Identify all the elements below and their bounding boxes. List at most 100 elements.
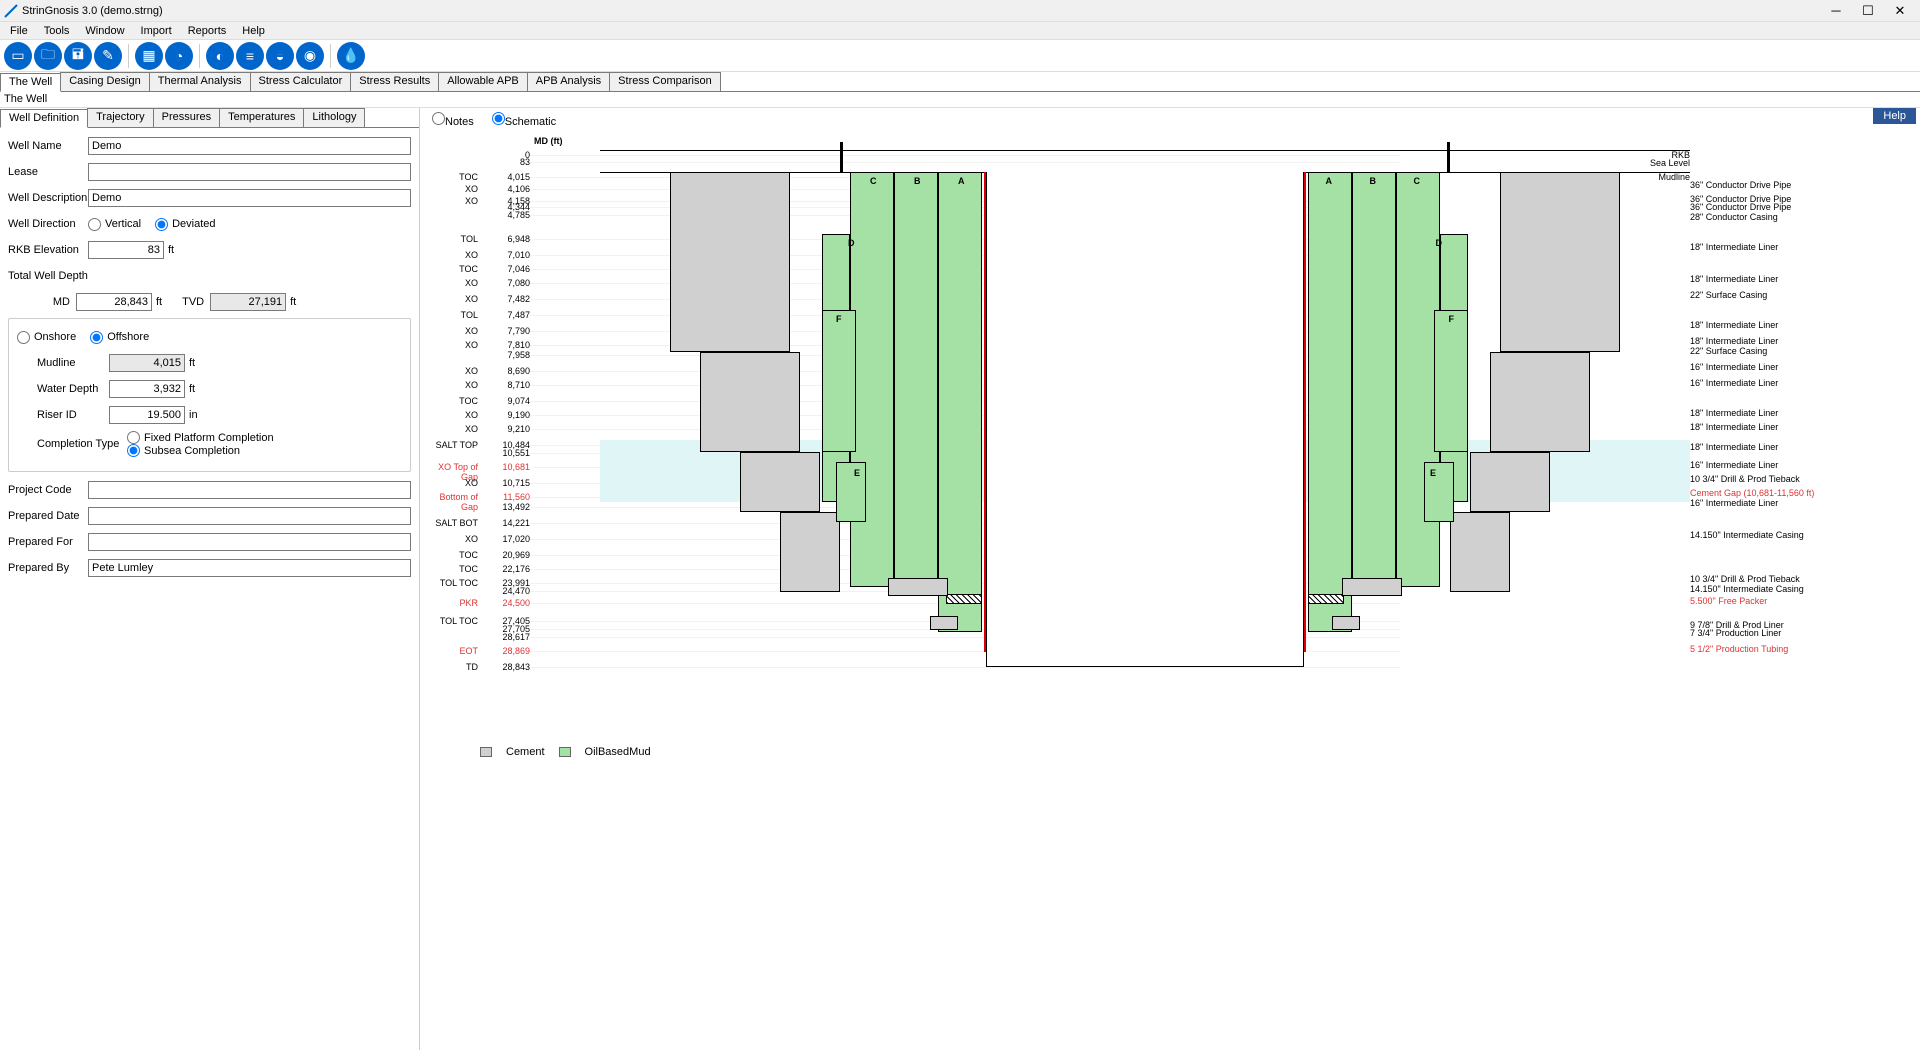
depth-value: 7,810 (480, 340, 530, 350)
legend-mud-label: OilBasedMud (585, 746, 651, 758)
lease-input[interactable] (88, 163, 411, 181)
depth-value: 10,715 (480, 478, 530, 488)
tvd-label: TVD (178, 296, 204, 308)
projcode-input[interactable] (88, 481, 411, 499)
subtab-temperatures[interactable]: Temperatures (219, 108, 304, 127)
new-icon[interactable]: ▭ (4, 42, 32, 70)
prepfor-input[interactable] (88, 533, 411, 551)
tab-stress-calculator[interactable]: Stress Calculator (250, 72, 352, 91)
tool-a-icon[interactable]: ◐ (206, 42, 234, 70)
tvd-unit: ft (290, 296, 296, 308)
legend-cement-label: Cement (506, 746, 545, 758)
waterdepth-unit: ft (189, 383, 195, 395)
maximize-button[interactable]: ☐ (1852, 3, 1884, 19)
menu-file[interactable]: File (2, 25, 36, 37)
sub-tabs: Well DefinitionTrajectoryPressuresTemper… (0, 108, 419, 128)
menu-reports[interactable]: Reports (180, 25, 235, 37)
tab-thermal-analysis[interactable]: Thermal Analysis (149, 72, 251, 91)
legend: Cement OilBasedMud (420, 746, 1920, 758)
riser-unit: in (189, 409, 198, 421)
casing-label: 22" Surface Casing (1690, 346, 1767, 356)
casing-label: 18" Intermediate Liner (1690, 442, 1778, 452)
depth-label: TOL TOC (432, 578, 478, 588)
tab-apb-analysis[interactable]: APB Analysis (527, 72, 610, 91)
notes-radio[interactable]: Notes (432, 112, 474, 128)
waterdepth-input[interactable] (109, 380, 185, 398)
tab-casing-design[interactable]: Casing Design (60, 72, 150, 91)
well-name-input[interactable] (88, 137, 411, 155)
tool-c-icon[interactable]: ◒ (266, 42, 294, 70)
edit-icon[interactable]: ✎ (94, 42, 122, 70)
depth-value: 8,690 (480, 366, 530, 376)
fluid-icon[interactable]: 💧 (337, 42, 365, 70)
tool-b-icon[interactable]: ≡ (236, 42, 264, 70)
calc-icon[interactable]: ▦ (135, 42, 163, 70)
tab-stress-comparison[interactable]: Stress Comparison (609, 72, 721, 91)
casing-label: 16" Intermediate Liner (1690, 378, 1778, 388)
window-title: StrinGnosis 3.0 (demo.strng) (22, 5, 1820, 17)
right-panel: Help Notes Schematic MD (ft) 083TOC4,015… (420, 108, 1920, 1050)
dir-deviated-radio[interactable]: Deviated (155, 218, 215, 231)
prepby-input[interactable] (88, 559, 411, 577)
subtab-well-definition[interactable]: Well Definition (0, 109, 88, 128)
comp-subsea-radio[interactable]: Subsea Completion (127, 444, 274, 457)
tab-allowable-apb[interactable]: Allowable APB (438, 72, 528, 91)
open-icon[interactable]: 🗀 (34, 42, 62, 70)
casing-label: 18" Intermediate Liner (1690, 408, 1778, 418)
menu-window[interactable]: Window (77, 25, 132, 37)
tab-stress-results[interactable]: Stress Results (350, 72, 439, 91)
mudline-unit: ft (189, 357, 195, 369)
help-button[interactable]: Help (1873, 108, 1916, 124)
depth-label: TOC (432, 172, 478, 182)
subtab-trajectory[interactable]: Trajectory (87, 108, 154, 127)
mudline-label: Mudline (17, 357, 109, 369)
annulus-letter: D (1436, 238, 1443, 248)
schematic-radio[interactable]: Schematic (492, 112, 556, 128)
depth-label: TOC (432, 264, 478, 274)
subtab-pressures[interactable]: Pressures (153, 108, 221, 127)
total-depth-label: Total Well Depth (8, 270, 88, 282)
riser-input[interactable] (109, 406, 185, 424)
casing-label: 36" Conductor Drive Pipe (1690, 180, 1791, 190)
depth-value: 28,617 (480, 632, 530, 642)
location-group: Onshore Offshore Mudline ft Water Depth … (8, 318, 411, 472)
well-desc-input[interactable] (88, 189, 411, 207)
annulus-letter: C (1414, 176, 1421, 186)
mudline-ref: Mudline (1658, 172, 1690, 182)
menu-help[interactable]: Help (234, 25, 273, 37)
comp-fixed-radio[interactable]: Fixed Platform Completion (127, 431, 274, 444)
save-icon[interactable]: 🖬 (64, 42, 92, 70)
depth-label: TD (432, 662, 478, 672)
gauge-icon[interactable]: ◔ (165, 42, 193, 70)
close-button[interactable]: ✕ (1884, 3, 1916, 19)
menu-tools[interactable]: Tools (36, 25, 78, 37)
subtab-lithology[interactable]: Lithology (303, 108, 365, 127)
casing-label: 14.150" Intermediate Casing (1690, 584, 1804, 594)
minimize-button[interactable]: ─ (1820, 3, 1852, 18)
casing-label: 10 3/4" Drill & Prod Tieback (1690, 474, 1800, 484)
depth-label: XO (432, 534, 478, 544)
casing-label: 16" Intermediate Liner (1690, 498, 1778, 508)
rkb-input[interactable] (88, 241, 164, 259)
menubar: File Tools Window Import Reports Help (0, 22, 1920, 40)
menu-import[interactable]: Import (133, 25, 180, 37)
depth-value: 11,560 (480, 492, 530, 502)
casing-label: 18" Intermediate Liner (1690, 274, 1778, 284)
depth-label: TOC (432, 564, 478, 574)
tab-the-well[interactable]: The Well (0, 73, 61, 92)
dir-vertical-radio[interactable]: Vertical (88, 218, 141, 231)
prepdate-input[interactable] (88, 507, 411, 525)
rkb-label: RKB Elevation (8, 244, 88, 256)
tool-d-icon[interactable]: ◉ (296, 42, 324, 70)
annulus-letter: C (870, 176, 877, 186)
onshore-radio[interactable]: Onshore (17, 331, 76, 344)
legend-mud-swatch (559, 747, 571, 757)
depth-label: TOL TOC (432, 616, 478, 626)
depth-label: TOC (432, 550, 478, 560)
well-diagram: C B A C B A D D F F E E (600, 142, 1690, 712)
depth-label: Bottom of Gap (432, 492, 478, 512)
md-input[interactable] (76, 293, 152, 311)
casing-label: 5.500" Free Packer (1690, 596, 1767, 606)
rkb-unit: ft (168, 244, 174, 256)
offshore-radio[interactable]: Offshore (90, 331, 149, 344)
